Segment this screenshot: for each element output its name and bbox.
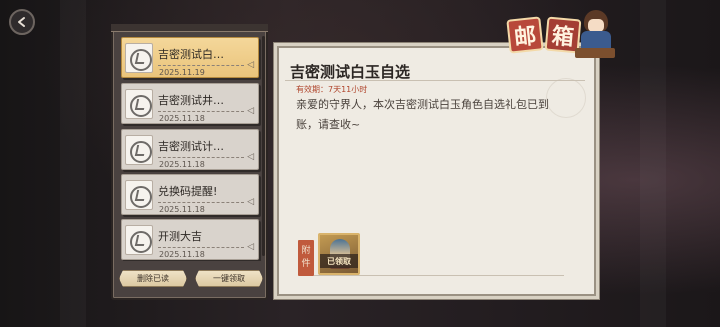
delete-read-button[interactable]: 删除已读 [119, 270, 187, 287]
divider [314, 275, 564, 276]
arrow-mark-icon: ◁ [247, 152, 254, 162]
divider [158, 65, 244, 66]
arrow-left-icon [18, 17, 25, 27]
attachment-item[interactable]: 已领取 [318, 233, 360, 275]
attachment-label: 附 件 [298, 240, 314, 276]
mail-list[interactable]: 吉密测试白… ◁ 2025.11.19 吉密测试井… ◁ 2025.11.18 … [117, 33, 262, 261]
arrow-mark-icon: ◁ [247, 106, 254, 116]
mail-list-item[interactable]: 吉密测试井… ◁ 2025.11.18 [121, 83, 259, 124]
mail-item-date: 2025.11.18 [159, 250, 205, 259]
background-stripe [640, 0, 666, 327]
divider [158, 202, 244, 203]
divider [158, 111, 244, 112]
mail-item-title: 兑换码提醒! [158, 185, 218, 198]
mail-seal-icon [125, 225, 153, 255]
claimed-stamp: 已领取 [320, 254, 358, 268]
mail-list-item[interactable]: 吉密测试白… ◁ 2025.11.19 [121, 37, 259, 78]
claim-all-button[interactable]: 一键领取 [195, 270, 263, 287]
mail-seal-icon [125, 89, 153, 119]
mascot-character [575, 10, 615, 62]
mail-list-scrollbar[interactable] [262, 36, 265, 256]
divider [158, 157, 244, 158]
mail-detail-title: 吉密测试白玉自选 [290, 63, 411, 81]
background-stripe [60, 0, 86, 327]
divider [285, 80, 585, 81]
mail-list-item[interactable]: 开测大吉 ◁ 2025.11.18 [121, 219, 259, 260]
mail-body: 亲爱的守界人，本次吉密测试白玉角色自选礼包已到账，请查收~ [296, 98, 549, 131]
mail-list-top-bar [111, 24, 268, 32]
arrow-mark-icon: ◁ [247, 60, 254, 70]
mail-list-item[interactable]: 兑换码提醒! ◁ 2025.11.18 [121, 174, 259, 215]
mail-expiry: 有效期：7天11小时 [296, 85, 368, 94]
mail-seal-icon [125, 135, 153, 165]
mail-seal-icon [125, 43, 153, 73]
arrow-mark-icon: ◁ [247, 197, 254, 207]
divider [158, 247, 244, 248]
attachment-label-char: 附 [301, 246, 311, 256]
mail-item-title: 吉密测试白… [158, 48, 224, 61]
attachment-label-char: 件 [301, 259, 311, 269]
mail-item-title: 吉密测试井… [158, 94, 224, 107]
arrow-mark-icon: ◁ [247, 242, 254, 252]
mail-item-date: 2025.11.18 [159, 160, 205, 169]
mail-item-title: 开测大吉 [158, 230, 202, 243]
mail-item-date: 2025.11.18 [159, 114, 205, 123]
mailbox-logo-char: 邮 [506, 16, 544, 54]
mail-list-item[interactable]: 吉密测试计… ◁ 2025.11.18 [121, 129, 259, 170]
mascot-book [575, 48, 615, 58]
mail-item-date: 2025.11.18 [159, 205, 205, 214]
mail-seal-icon [125, 180, 153, 210]
back-button[interactable] [9, 9, 35, 35]
mail-item-date: 2025.11.19 [159, 68, 205, 77]
mail-item-title: 吉密测试计… [158, 140, 224, 153]
